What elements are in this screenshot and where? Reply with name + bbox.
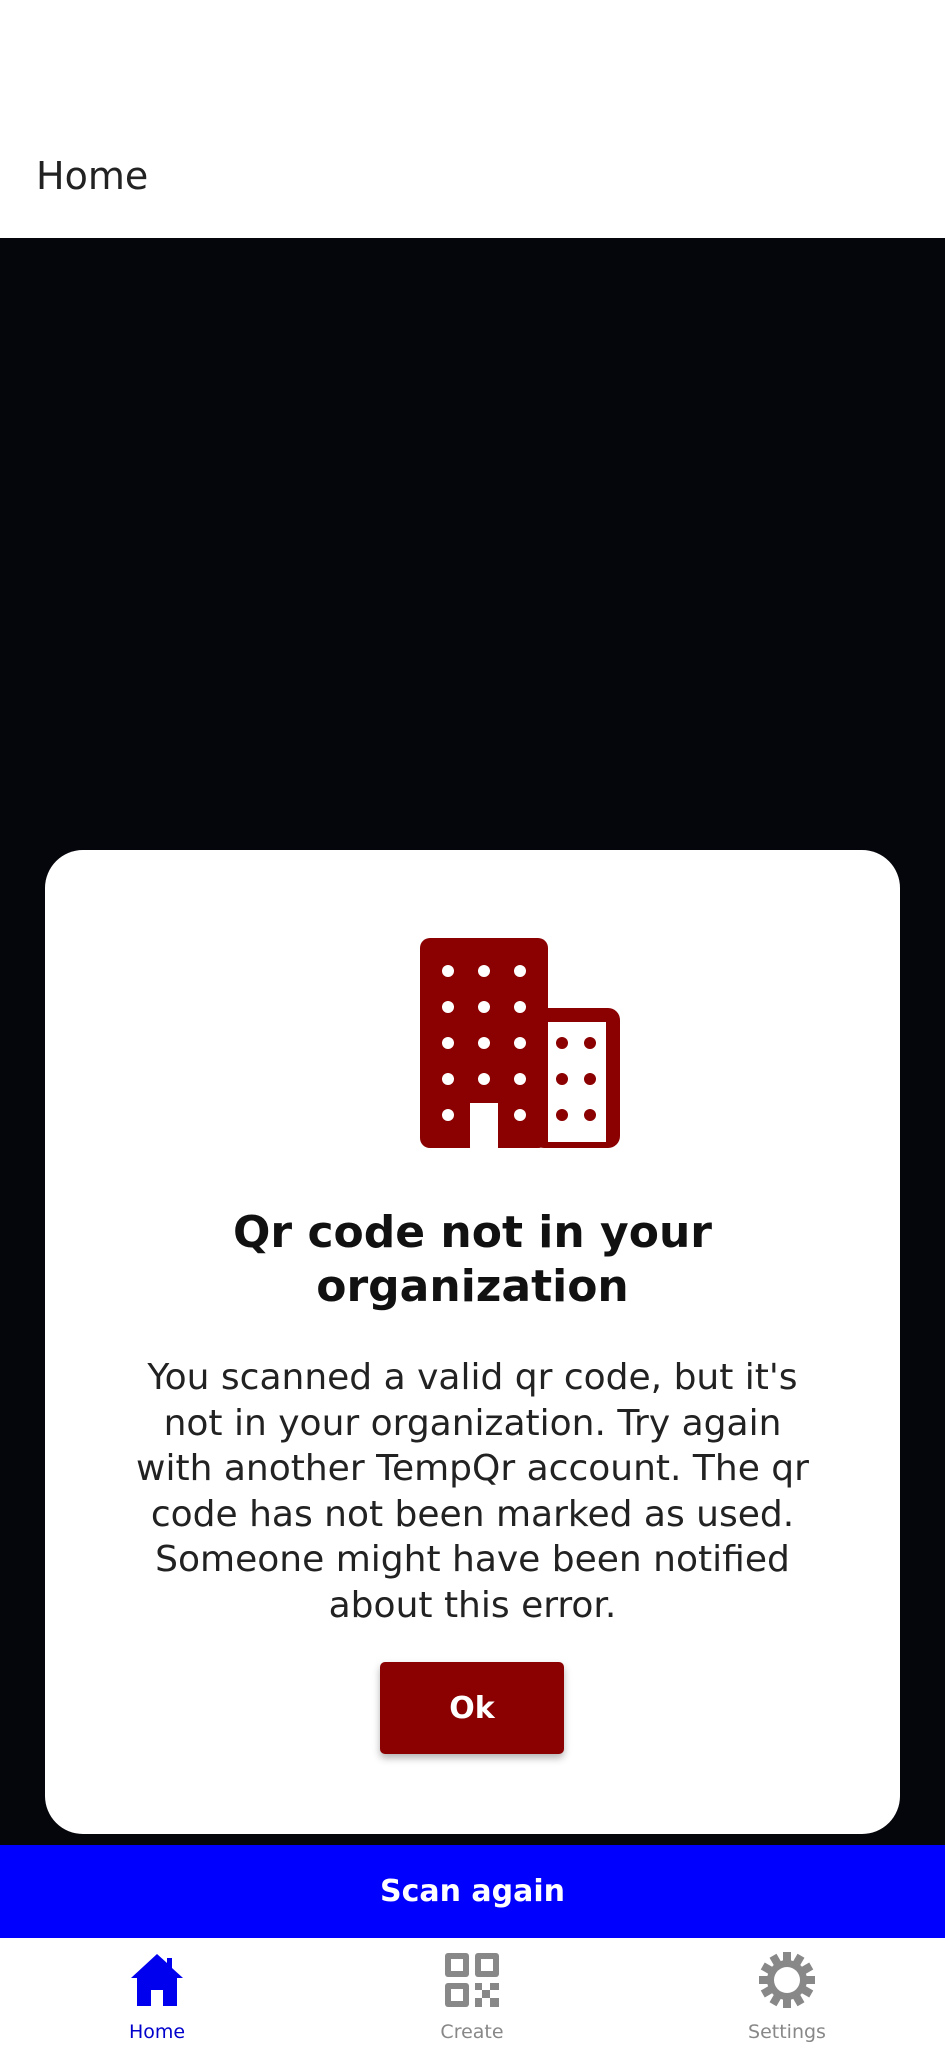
nav-label-settings: Settings [748,2021,826,2043]
gear-icon [759,1952,815,2008]
nav-label-home: Home [128,2021,186,2043]
building-icon [420,938,620,1148]
camera-preview: Qr code not in your organization You sca… [0,238,945,1845]
nav-item-home[interactable]: Home [57,1938,257,2048]
bottom-navigation: Home Create Settings [0,1938,945,2048]
qr-code-icon [445,1953,499,2007]
page-title: Home [36,154,149,198]
scan-again-button[interactable]: Scan again [0,1845,945,1938]
app-header: Home [0,0,945,238]
nav-label-create: Create [440,2021,504,2043]
nav-item-create[interactable]: Create [372,1938,572,2048]
error-dialog: Qr code not in your organization You sca… [45,850,900,1834]
nav-item-settings[interactable]: Settings [687,1938,887,2048]
home-icon [131,1954,183,2006]
dialog-message: You scanned a valid qr code, but it's no… [136,1357,809,1626]
dialog-title: Qr code not in your organization [233,1207,712,1312]
ok-button[interactable]: Ok [380,1662,564,1754]
